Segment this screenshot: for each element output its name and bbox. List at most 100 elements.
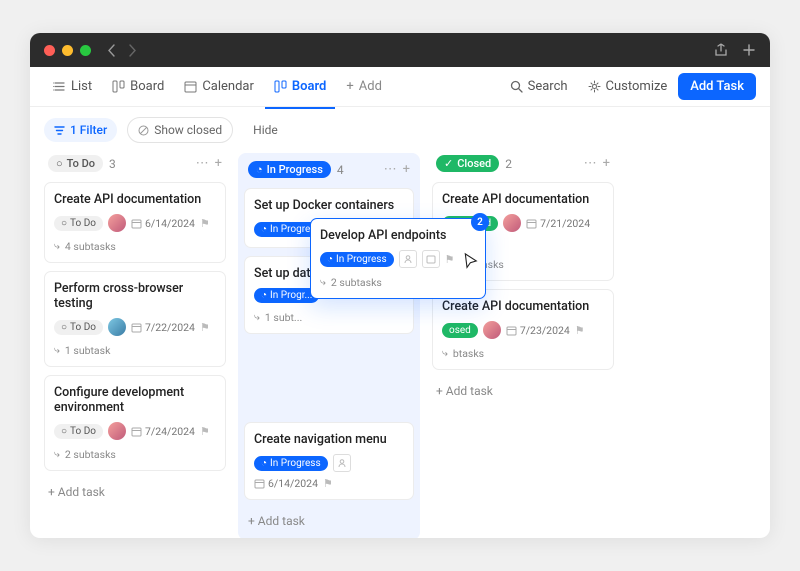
filter-label: 1 Filter (70, 123, 107, 137)
subtask-icon: ⤷ (54, 239, 60, 253)
status-pill[interactable]: ○ To Do (54, 320, 103, 335)
calendar-icon (131, 426, 142, 437)
status-badge-progress: ◔In Progress (248, 161, 331, 178)
card-title: Create navigation menu (254, 432, 404, 447)
app-window: List Board Calendar Board + Add Search C… (30, 33, 770, 538)
tab-label: Add (359, 79, 382, 94)
dragging-card[interactable]: 2 Develop API endpoints ◔ In Progress ⚑ … (310, 218, 486, 299)
status-pill[interactable]: ○ To Do (54, 424, 103, 439)
tab-board-2[interactable]: Board (265, 73, 335, 100)
search-label: Search (528, 79, 568, 94)
avatar[interactable] (483, 321, 501, 339)
share-icon[interactable] (714, 43, 728, 57)
tab-calendar[interactable]: Calendar (175, 73, 263, 100)
column-todo: ○To Do 3 ⋯ + Create API documentation ○ T… (44, 153, 226, 505)
minimize-dot[interactable] (62, 45, 73, 56)
avatar[interactable] (108, 318, 126, 336)
card-title: Create API documentation (442, 192, 604, 207)
flag-icon[interactable]: ⚑ (200, 217, 210, 230)
avatar[interactable] (503, 214, 521, 232)
show-closed-pill[interactable]: Show closed (127, 117, 233, 143)
add-task-button[interactable]: Add Task (678, 73, 756, 100)
add-task-link[interactable]: + Add task (244, 508, 414, 534)
gear-icon (588, 80, 601, 93)
tab-board-1[interactable]: Board (103, 73, 173, 100)
task-card[interactable]: Create API documentation osed 7/23/2024 … (432, 289, 614, 370)
subtask-icon: ⤷ (254, 310, 260, 324)
subtask-row[interactable]: ⤷2 subtasks (320, 275, 476, 289)
flag-icon[interactable]: ⚑ (200, 425, 210, 438)
hide-button[interactable]: Hide (243, 118, 288, 142)
due-date[interactable]: 6/14/2024 (254, 477, 318, 490)
more-icon[interactable]: ⋯ (384, 162, 397, 177)
avatar[interactable] (108, 214, 126, 232)
assignee-icon[interactable] (399, 250, 417, 268)
due-date[interactable]: 7/21/2024 (526, 217, 590, 230)
flag-icon[interactable]: ⚑ (575, 324, 585, 337)
avatar[interactable] (108, 422, 126, 440)
forward-icon[interactable] (128, 44, 137, 57)
back-icon[interactable] (107, 44, 116, 57)
customize-button[interactable]: Customize (579, 73, 677, 100)
plus-icon[interactable]: + (403, 162, 410, 177)
task-card[interactable]: Create navigation menu ◔ In Progress 6/1… (244, 422, 414, 500)
due-date[interactable]: 7/23/2024 (506, 324, 570, 337)
calendar-icon (254, 478, 265, 489)
hide-icon (138, 125, 149, 136)
status-pill[interactable]: ◔ In Progress (254, 456, 328, 471)
card-title: Develop API endpoints (320, 228, 476, 243)
calendar-icon[interactable] (422, 250, 440, 268)
calendar-icon (526, 218, 537, 229)
column-in-progress: ◔In Progress 4 ⋯+ Set up Docker containe… (238, 153, 420, 538)
subtask-row[interactable]: ⤷1 subtask (54, 343, 216, 357)
due-date[interactable]: 7/24/2024 (131, 425, 195, 438)
subtask-row[interactable]: ⤷2 subtasks (54, 447, 216, 461)
filter-bar: 1 Filter Show closed Hide (30, 107, 770, 153)
card-title: Create API documentation (54, 192, 216, 207)
customize-label: Customize (606, 79, 668, 94)
status-badge-todo: ○To Do (48, 155, 103, 172)
tab-list[interactable]: List (44, 73, 101, 100)
cursor-icon (461, 252, 482, 273)
filter-pill[interactable]: 1 Filter (44, 118, 117, 142)
task-card[interactable]: Create API documentation ○ To Do 6/14/20… (44, 182, 226, 263)
task-card[interactable]: Configure development environment ○ To D… (44, 375, 226, 471)
task-card[interactable]: Perform cross-browser testing ○ To Do 7/… (44, 271, 226, 367)
clock-icon: ◔ (256, 163, 263, 176)
plus-icon[interactable]: + (215, 156, 222, 171)
due-date[interactable]: 6/14/2024 (131, 217, 195, 230)
maximize-dot[interactable] (80, 45, 91, 56)
more-icon[interactable]: ⋯ (584, 156, 597, 171)
new-tab-icon[interactable] (742, 43, 756, 57)
plus-icon: + (346, 79, 353, 94)
column-count: 3 (109, 157, 116, 171)
circle-icon: ○ (56, 157, 63, 170)
subtask-row[interactable]: ⤷4 subtasks (54, 239, 216, 253)
flag-icon[interactable]: ⚑ (200, 321, 210, 334)
calendar-icon (506, 325, 517, 336)
column-count: 2 (505, 157, 512, 171)
flag-icon[interactable]: ⚑ (445, 253, 455, 266)
status-pill[interactable]: osed (442, 323, 478, 338)
assignee-icon[interactable] (333, 454, 351, 472)
titlebar (30, 33, 770, 67)
nav-arrows (107, 44, 137, 57)
add-task-link[interactable]: + Add task (44, 479, 226, 505)
tab-add[interactable]: + Add (337, 73, 391, 100)
calendar-icon (184, 80, 197, 93)
subtask-icon: ⤷ (442, 346, 448, 360)
more-icon[interactable]: ⋯ (196, 156, 209, 171)
subtask-row[interactable]: ⤷1 subt... (254, 310, 404, 324)
window-controls[interactable] (44, 45, 91, 56)
subtask-row[interactable]: ⤷btasks (442, 346, 604, 360)
subtask-icon: ⤷ (54, 447, 60, 461)
flag-icon[interactable]: ⚑ (323, 477, 333, 490)
add-task-link[interactable]: + Add task (432, 378, 614, 404)
status-pill[interactable]: ○ To Do (54, 216, 103, 231)
status-pill[interactable]: ◔ In Progress (320, 252, 394, 267)
search-button[interactable]: Search (501, 73, 577, 100)
board-icon (112, 80, 125, 93)
due-date[interactable]: 7/22/2024 (131, 321, 195, 334)
close-dot[interactable] (44, 45, 55, 56)
plus-icon[interactable]: + (603, 156, 610, 171)
